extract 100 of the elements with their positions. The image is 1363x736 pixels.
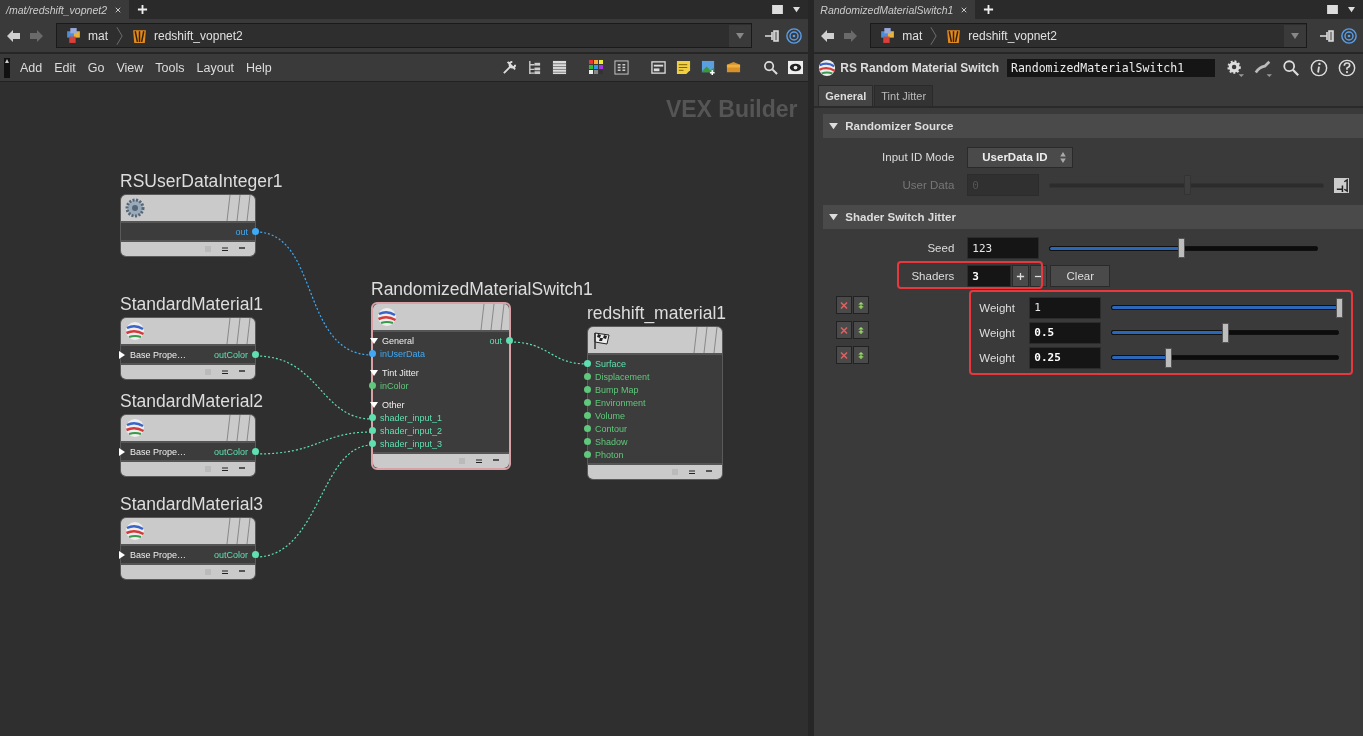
- input-port[interactable]: [369, 350, 376, 357]
- expanded-triangle-icon[interactable]: [829, 213, 839, 221]
- path-bar[interactable]: mat redshift_vopnet2: [56, 23, 752, 48]
- tree-icon[interactable]: [526, 60, 542, 75]
- parameter-tab[interactable]: Tint Jitter: [874, 85, 934, 106]
- expanded-triangle-icon[interactable]: [370, 368, 378, 377]
- menu-item[interactable]: Add: [14, 60, 49, 75]
- expanded-triangle-icon[interactable]: [370, 400, 378, 409]
- number-field[interactable]: 0.25: [1029, 346, 1102, 369]
- add-tab-icon[interactable]: [983, 4, 995, 15]
- input-port[interactable]: [584, 425, 591, 432]
- number-field[interactable]: 3: [967, 265, 1012, 287]
- delete-instance-button[interactable]: [836, 321, 853, 339]
- help-icon[interactable]: [1338, 59, 1356, 77]
- target-icon[interactable]: [785, 27, 802, 44]
- network-node[interactable]: Base Prope… outColor: [120, 317, 256, 380]
- expanded-triangle-icon[interactable]: [829, 122, 839, 130]
- input-port[interactable]: [584, 373, 591, 380]
- delete-instance-button[interactable]: [836, 296, 853, 314]
- output-port[interactable]: [252, 228, 259, 235]
- number-field[interactable]: 0.5: [1029, 321, 1102, 344]
- collapsed-triangle-icon[interactable]: [118, 350, 126, 359]
- menu-item[interactable]: Layout: [190, 60, 241, 75]
- input-port[interactable]: [584, 386, 591, 393]
- menu-item[interactable]: Tools: [149, 60, 191, 75]
- slider-handle[interactable]: [1177, 238, 1185, 258]
- pin-icon[interactable]: [1319, 27, 1335, 44]
- slider[interactable]: [1049, 237, 1318, 259]
- collapsed-triangle-icon[interactable]: [118, 447, 126, 456]
- parameter-tab[interactable]: General: [818, 85, 874, 106]
- network-canvas[interactable]: [0, 82, 808, 736]
- path-crumb[interactable]: mat: [875, 27, 927, 44]
- search-icon[interactable]: [762, 60, 778, 75]
- eye-icon[interactable]: [787, 60, 803, 75]
- dropdown-arrow-icon[interactable]: [791, 6, 801, 13]
- input-port[interactable]: [584, 438, 591, 445]
- dropdown-menu[interactable]: UserData ID: [967, 146, 1074, 168]
- path-crumb[interactable]: mat: [61, 27, 112, 44]
- close-icon[interactable]: [961, 6, 968, 13]
- input-port[interactable]: [584, 399, 591, 406]
- slider-handle[interactable]: [1222, 322, 1230, 343]
- pin-icon[interactable]: [763, 27, 780, 44]
- input-port[interactable]: [369, 414, 376, 421]
- network-node[interactable]: Surface Displacement Bump Map Environment Volume Contour Shadow Photon: [587, 326, 723, 480]
- clear-button[interactable]: Clear: [1050, 265, 1111, 287]
- color-grid-icon[interactable]: [588, 60, 604, 75]
- pane-tab[interactable]: RandomizedMaterialSwitch1: [814, 0, 976, 19]
- collapsed-triangle-icon[interactable]: [118, 550, 126, 559]
- path-crumb[interactable]: redshift_vopnet2: [127, 27, 247, 44]
- path-crumb[interactable]: redshift_vopnet2: [941, 27, 1062, 44]
- image-icon[interactable]: [700, 60, 716, 75]
- settings-icon[interactable]: [1226, 59, 1244, 77]
- menu-item[interactable]: Edit: [48, 60, 82, 75]
- wrench-icon[interactable]: [501, 60, 517, 75]
- insert-instance-button[interactable]: [853, 321, 870, 339]
- output-port[interactable]: [506, 337, 513, 344]
- insert-instance-button[interactable]: [853, 296, 870, 314]
- section-header[interactable]: Randomizer Source: [823, 114, 1363, 138]
- slider[interactable]: [1111, 321, 1339, 344]
- pane-tab[interactable]: /mat/redshift_vopnet2: [0, 0, 129, 19]
- panel-icon[interactable]: [650, 60, 666, 75]
- info-icon[interactable]: [1310, 59, 1328, 77]
- number-field[interactable]: 123: [967, 237, 1040, 259]
- target-icon[interactable]: [1341, 27, 1357, 44]
- network-node[interactable]: out: [120, 194, 256, 257]
- node-name-field[interactable]: RandomizedMaterialSwitch1: [1007, 59, 1215, 77]
- sticky-note-icon[interactable]: [675, 60, 691, 75]
- maximize-icon[interactable]: [771, 5, 783, 14]
- list-icon[interactable]: [551, 60, 567, 75]
- menu-item[interactable]: View: [110, 60, 150, 75]
- menu-item[interactable]: Help: [240, 60, 278, 75]
- delete-instance-button[interactable]: [836, 346, 853, 364]
- expanded-triangle-icon[interactable]: [370, 336, 378, 345]
- slider-handle[interactable]: [1165, 347, 1173, 368]
- close-icon[interactable]: [115, 6, 121, 13]
- brush-icon[interactable]: [1254, 59, 1272, 77]
- add-button[interactable]: [1012, 265, 1030, 287]
- network-node[interactable]: General inUserData Tint Jitter inColor Other shader_input_1 shader_input_2 shader_input_3 out: [371, 302, 511, 470]
- add-tab-icon[interactable]: [137, 4, 148, 15]
- network-node[interactable]: Base Prope… outColor: [120, 517, 256, 580]
- box-icon[interactable]: [725, 60, 741, 75]
- grid-list-icon[interactable]: [613, 60, 629, 75]
- output-port[interactable]: [252, 551, 259, 558]
- input-port[interactable]: [369, 440, 376, 447]
- path-bar[interactable]: mat redshift_vopnet2: [870, 23, 1307, 48]
- slider-handle[interactable]: [1336, 297, 1343, 318]
- input-port[interactable]: [584, 360, 591, 367]
- output-port[interactable]: [252, 351, 259, 358]
- menu-item[interactable]: Go: [81, 60, 111, 75]
- input-port[interactable]: [369, 382, 376, 389]
- input-port[interactable]: [584, 412, 591, 419]
- input-port[interactable]: [584, 451, 591, 458]
- section-header[interactable]: Shader Switch Jitter: [823, 205, 1363, 229]
- input-port[interactable]: [369, 427, 376, 434]
- dropdown-arrow-icon[interactable]: [1347, 6, 1356, 13]
- insert-instance-button[interactable]: [853, 346, 870, 364]
- search-icon[interactable]: [1282, 59, 1300, 77]
- network-node[interactable]: Base Prope… outColor: [120, 414, 256, 477]
- number-field[interactable]: 1: [1029, 296, 1102, 319]
- output-port[interactable]: [252, 448, 259, 455]
